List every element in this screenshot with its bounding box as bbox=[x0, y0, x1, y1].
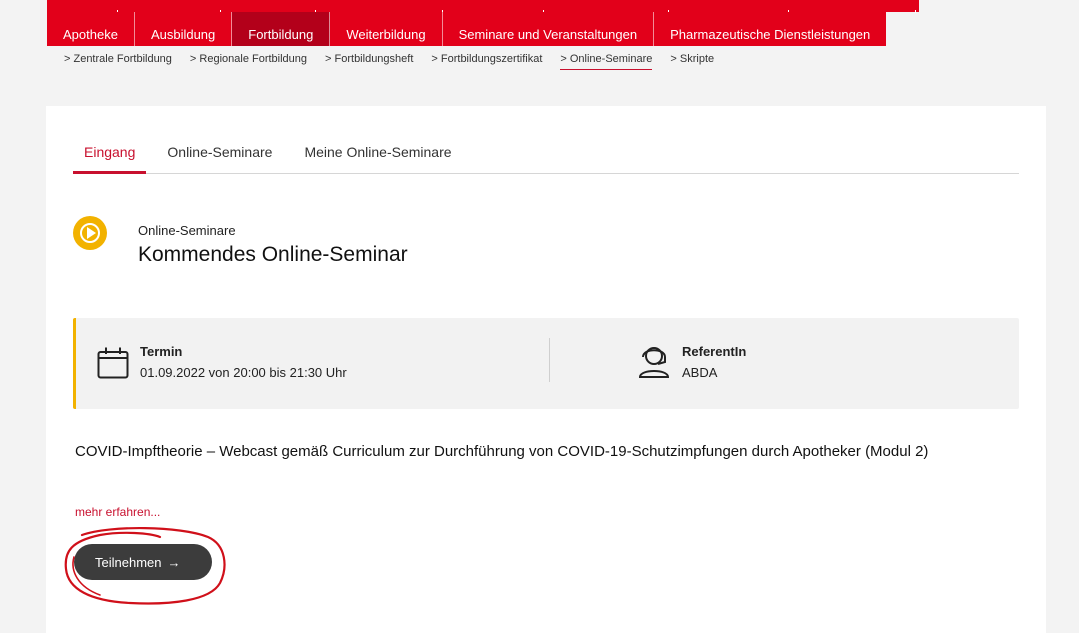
join-button-label: Teilnehmen bbox=[95, 554, 162, 570]
section-kicker: Online-Seminare bbox=[138, 223, 236, 238]
strip-separator bbox=[915, 10, 916, 13]
join-button[interactable]: Teilnehmen → bbox=[74, 544, 212, 580]
nav-tab-weiterbildung[interactable]: Weiterbildung bbox=[330, 12, 443, 46]
seminar-info-box: Termin 01.09.2022 von 20:00 bis 21:30 Uh… bbox=[73, 318, 1019, 409]
play-circle-icon bbox=[73, 216, 107, 250]
subnav-fortbildungsheft[interactable]: > Fortbildungsheft bbox=[325, 53, 413, 70]
speaker-headset-icon bbox=[638, 347, 670, 378]
info-divider bbox=[549, 338, 550, 382]
seminar-description: COVID-Impftheorie – Webcast gemäß Curric… bbox=[75, 443, 929, 460]
nav-tab-apotheke[interactable]: Apotheke bbox=[47, 12, 135, 46]
subnav-online-seminare[interactable]: > Online-Seminare bbox=[560, 53, 653, 70]
play-triangle bbox=[87, 227, 96, 239]
subnav-skripte[interactable]: > Skripte bbox=[670, 53, 714, 70]
nav-tab-ausbildung[interactable]: Ausbildung bbox=[135, 12, 233, 46]
arrow-right-icon: → bbox=[167, 554, 181, 570]
termin-value: 01.09.2022 von 20:00 bis 21:30 Uhr bbox=[140, 365, 347, 380]
termin-label: Termin bbox=[140, 344, 183, 359]
page-title: Kommendes Online-Seminar bbox=[138, 243, 408, 266]
main-navigation: Apotheke Ausbildung Fortbildung Weiterbi… bbox=[47, 12, 887, 46]
subnav-zentrale-fortbildung[interactable]: > Zentrale Fortbildung bbox=[64, 53, 172, 70]
subnav-fortbildungszertifikat[interactable]: > Fortbildungszertifikat bbox=[431, 53, 542, 70]
tab-eingang[interactable]: Eingang bbox=[73, 136, 147, 174]
nav-tab-dienstleistungen[interactable]: Pharmazeutische Dienstleistungen bbox=[654, 12, 886, 46]
more-info-link[interactable]: mehr erfahren... bbox=[75, 505, 160, 519]
sub-navigation: > Zentrale Fortbildung > Regionale Fortb… bbox=[64, 53, 732, 70]
calendar-icon bbox=[97, 347, 129, 379]
subnav-regionale-fortbildung[interactable]: > Regionale Fortbildung bbox=[190, 53, 307, 70]
referent-label: ReferentIn bbox=[682, 344, 747, 359]
tab-online-seminare[interactable]: Online-Seminare bbox=[156, 136, 283, 174]
content-card: Eingang Online-Seminare Meine Online-Sem… bbox=[46, 106, 1046, 633]
nav-tab-seminare[interactable]: Seminare und Veranstaltungen bbox=[443, 12, 655, 46]
content-tabs: Eingang Online-Seminare Meine Online-Sem… bbox=[73, 136, 1019, 174]
referent-value: ABDA bbox=[682, 365, 718, 380]
top-red-strip bbox=[47, 0, 919, 13]
tab-meine-online-seminare[interactable]: Meine Online-Seminare bbox=[293, 136, 462, 174]
nav-tab-fortbildung[interactable]: Fortbildung bbox=[232, 12, 331, 46]
